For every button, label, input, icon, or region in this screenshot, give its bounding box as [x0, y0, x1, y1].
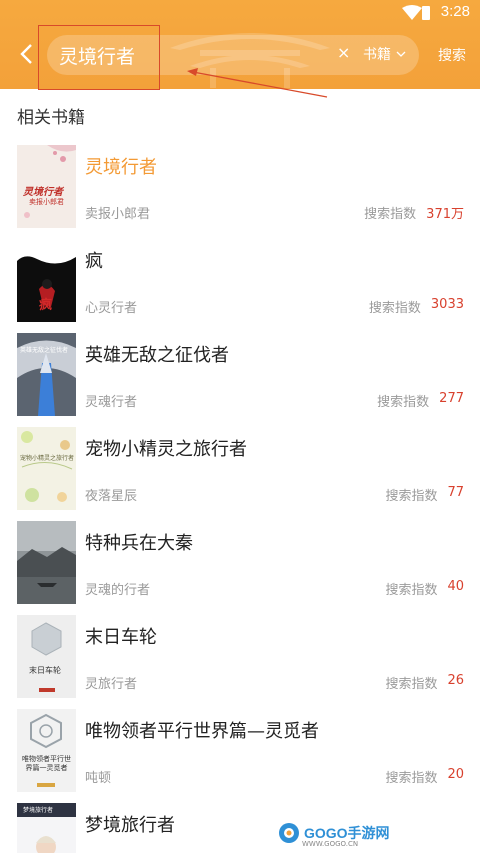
search-index-value: 3033 [430, 297, 464, 312]
search-index-value: 26 [447, 673, 464, 688]
watermark: GOGO手游网 WWW.GOGO.CN [278, 822, 390, 848]
search-index-label: 搜索指数 [385, 583, 438, 598]
clear-search-button[interactable]: × [337, 43, 350, 62]
cover-author-text: 卖报小郎君 [29, 198, 64, 206]
book-cover: 宠物小精灵之旅行者 [17, 427, 76, 510]
chevron-down-icon [396, 51, 406, 57]
book-title: 英雄无敌之征伐者 [85, 345, 229, 366]
book-author: 吨顿 [85, 771, 112, 786]
book-cover: 梦境旅行者 [17, 803, 76, 853]
list-item[interactable]: 英雄无敌之征伐者 英雄无敌之征伐者 灵魂行者 搜索指数 277 [0, 328, 480, 422]
book-author: 灵旅行者 [85, 677, 138, 692]
list-item[interactable]: 梦境旅行者 梦境旅行者 [0, 798, 480, 853]
chevron-left-icon [20, 44, 32, 64]
book-author: 灵魂的行者 [85, 583, 151, 598]
search-index-label: 搜索指数 [385, 677, 438, 692]
cover-title-text: 灵境行者 [23, 187, 63, 198]
status-bar: 3:28 [0, 0, 480, 26]
book-title: 特种兵在大秦 [85, 533, 193, 554]
cover-title-text: 英雄无敌之征伐者 [20, 347, 69, 354]
book-cover: 唯物领者平行世界篇一灵觅者 [17, 709, 76, 792]
cover-title-text: 梦境旅行者 [23, 807, 54, 814]
book-title: 梦境旅行者 [85, 815, 175, 836]
search-index-value: 20 [447, 767, 464, 782]
book-author: 卖报小郎君 [85, 207, 151, 222]
book-cover: 疯 [17, 239, 76, 322]
book-title: 唯物领者平行世界篇—灵觅者 [85, 721, 319, 742]
search-index-value: 77 [447, 485, 464, 500]
annotation-arrow [187, 68, 328, 98]
search-index: 搜索指数 3033 [369, 297, 464, 316]
book-list: 灵境行者 卖报小郎君 灵境行者 卖报小郎君 搜索指数 371万 疯 疯 心灵行者… [0, 140, 480, 853]
search-scope-label: 书籍 [363, 47, 391, 63]
search-index-value: 40 [447, 579, 464, 594]
search-index-value: 371万 [426, 207, 464, 222]
cover-title-text: 末日车轮 [29, 666, 61, 675]
book-cover: 末日车轮 [17, 615, 76, 698]
search-index: 搜索指数 40 [385, 579, 464, 598]
list-item[interactable]: 灵境行者 卖报小郎君 灵境行者 卖报小郎君 搜索指数 371万 [0, 140, 480, 234]
book-title: 疯 [85, 251, 103, 272]
watermark-url: WWW.GOGO.CN [302, 840, 359, 848]
list-item[interactable]: 唯物领者平行世界篇一灵觅者 唯物领者平行世界篇—灵觅者 吨顿 搜索指数 20 [0, 704, 480, 798]
book-title: 末日车轮 [85, 627, 157, 648]
gogo-logo-icon [279, 823, 299, 843]
search-scope-select[interactable]: 书籍 [363, 44, 406, 64]
cover-title-text: 唯物领者平行世界篇一灵觅者 [22, 755, 71, 772]
search-index: 搜索指数 277 [377, 391, 464, 410]
book-author: 灵魂行者 [85, 395, 138, 410]
status-time: 3:28 [440, 3, 470, 20]
book-cover: 灵境行者 卖报小郎君 [17, 145, 76, 228]
search-index-label: 搜索指数 [385, 489, 438, 504]
cover-title-text: 疯 [39, 298, 53, 313]
book-cover [17, 521, 76, 604]
search-index-value: 277 [439, 391, 464, 406]
annotation-highlight-box [38, 25, 160, 90]
book-title: 灵境行者 [85, 157, 157, 178]
back-button[interactable] [12, 40, 40, 68]
search-index-label: 搜索指数 [385, 771, 438, 786]
list-item[interactable]: 特种兵在大秦 灵魂的行者 搜索指数 40 [0, 516, 480, 610]
search-index: 搜索指数 26 [385, 673, 464, 692]
list-item[interactable]: 疯 疯 心灵行者 搜索指数 3033 [0, 234, 480, 328]
search-index: 搜索指数 20 [385, 767, 464, 786]
list-item[interactable]: 末日车轮 末日车轮 灵旅行者 搜索指数 26 [0, 610, 480, 704]
section-title: 相关书籍 [17, 108, 85, 128]
search-index-label: 搜索指数 [377, 395, 430, 410]
book-cover: 英雄无敌之征伐者 [17, 333, 76, 416]
search-index-label: 搜索指数 [364, 207, 417, 222]
search-button[interactable]: 搜索 [438, 45, 466, 65]
wifi-icon [402, 5, 422, 20]
book-author: 心灵行者 [85, 301, 138, 316]
search-index: 搜索指数 371万 [364, 203, 464, 222]
battery-icon [422, 6, 430, 20]
search-index-label: 搜索指数 [368, 301, 421, 316]
cover-title-text: 宠物小精灵之旅行者 [20, 455, 75, 462]
search-index: 搜索指数 77 [385, 485, 464, 504]
book-title: 宠物小精灵之旅行者 [85, 439, 247, 460]
book-author: 夜落星辰 [85, 489, 138, 504]
list-item[interactable]: 宠物小精灵之旅行者 宠物小精灵之旅行者 夜落星辰 搜索指数 77 [0, 422, 480, 516]
